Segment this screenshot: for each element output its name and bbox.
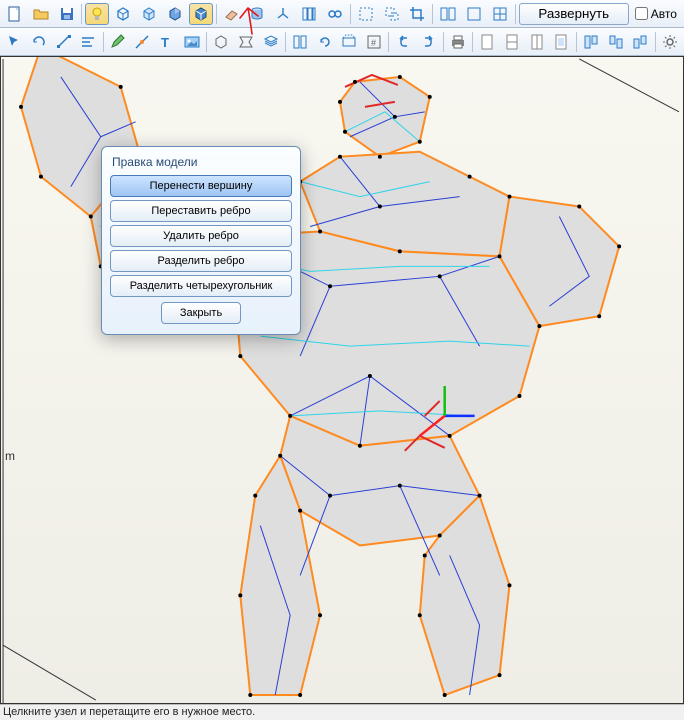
svg-text:T: T xyxy=(161,35,169,50)
dialog-title: Правка модели xyxy=(110,153,292,175)
redo-button[interactable] xyxy=(417,31,440,53)
image-button[interactable] xyxy=(180,31,203,53)
text-button[interactable]: T xyxy=(156,31,179,53)
arrange-b-button[interactable] xyxy=(604,31,627,53)
split-quad-button[interactable]: Разделить четырехугольник xyxy=(110,275,292,297)
measure-button[interactable] xyxy=(52,31,75,53)
axis-label-m: m xyxy=(5,449,15,463)
pointer-button[interactable] xyxy=(3,31,26,53)
page-b-button[interactable] xyxy=(501,31,524,53)
dialog-close-button[interactable]: Закрыть xyxy=(161,302,241,324)
move-edge-button[interactable]: Переставить ребро xyxy=(110,200,292,222)
unfold-button[interactable]: Развернуть xyxy=(519,3,629,25)
layout-2col-button[interactable] xyxy=(436,3,460,25)
num-button[interactable]: # xyxy=(363,31,386,53)
auto-checkbox-wrap[interactable]: Авто xyxy=(631,7,681,21)
grid-button[interactable] xyxy=(488,3,512,25)
new-file-button[interactable] xyxy=(3,3,27,25)
edit-model-dialog: Правка модели Перенести вершину Перестав… xyxy=(101,146,301,335)
edit-button[interactable] xyxy=(107,31,130,53)
select-box-button[interactable] xyxy=(354,3,378,25)
cube-outline-button[interactable] xyxy=(111,3,135,25)
svg-text:#: # xyxy=(371,38,376,48)
page-a-button[interactable] xyxy=(476,31,499,53)
cube-selected-button[interactable] xyxy=(189,3,213,25)
fold-button[interactable] xyxy=(235,31,258,53)
auto-checkbox[interactable] xyxy=(635,7,648,20)
toolbar-main: Развернуть Авто xyxy=(0,0,684,28)
save-button[interactable] xyxy=(55,3,79,25)
arrange-c-button[interactable] xyxy=(629,31,652,53)
page-d-button[interactable] xyxy=(550,31,573,53)
flap-button[interactable] xyxy=(338,31,361,53)
cube-shaded-button[interactable] xyxy=(163,3,187,25)
auto-checkbox-label: Авто xyxy=(651,7,677,21)
cube-wire-button[interactable] xyxy=(137,3,161,25)
axes-3d-button[interactable] xyxy=(271,3,295,25)
align-button[interactable] xyxy=(77,31,100,53)
status-bar: Целкните узел и перетащите его в нужное … xyxy=(0,704,684,720)
eraser-button[interactable] xyxy=(220,3,244,25)
toolbar-secondary: T # xyxy=(0,28,684,56)
status-text: Целкните узел и перетащите его в нужное … xyxy=(3,706,255,718)
refresh-button[interactable] xyxy=(314,31,337,53)
crop-button[interactable] xyxy=(405,3,429,25)
open-folder-button[interactable] xyxy=(29,3,53,25)
rotate-button[interactable] xyxy=(28,31,51,53)
move-vertex-button[interactable]: Перенести вершину xyxy=(110,175,292,197)
split-edge-button[interactable]: Разделить ребро xyxy=(110,250,292,272)
delete-edge-button[interactable]: Удалить ребро xyxy=(110,225,292,247)
box-button[interactable] xyxy=(210,31,233,53)
unfold-icon-button[interactable] xyxy=(289,31,312,53)
cylinder-button[interactable] xyxy=(245,3,269,25)
undo-button[interactable] xyxy=(392,31,415,53)
print-button[interactable] xyxy=(447,31,470,53)
divide-button[interactable] xyxy=(131,31,154,53)
lightbulb-button[interactable] xyxy=(85,3,109,25)
layers-button[interactable] xyxy=(259,31,282,53)
columns-button[interactable] xyxy=(297,3,321,25)
settings-button[interactable] xyxy=(659,31,682,53)
arrange-a-button[interactable] xyxy=(580,31,603,53)
page-c-button[interactable] xyxy=(525,31,548,53)
select-add-button[interactable] xyxy=(380,3,404,25)
link-button[interactable] xyxy=(323,3,347,25)
layout-single-button[interactable] xyxy=(462,3,486,25)
